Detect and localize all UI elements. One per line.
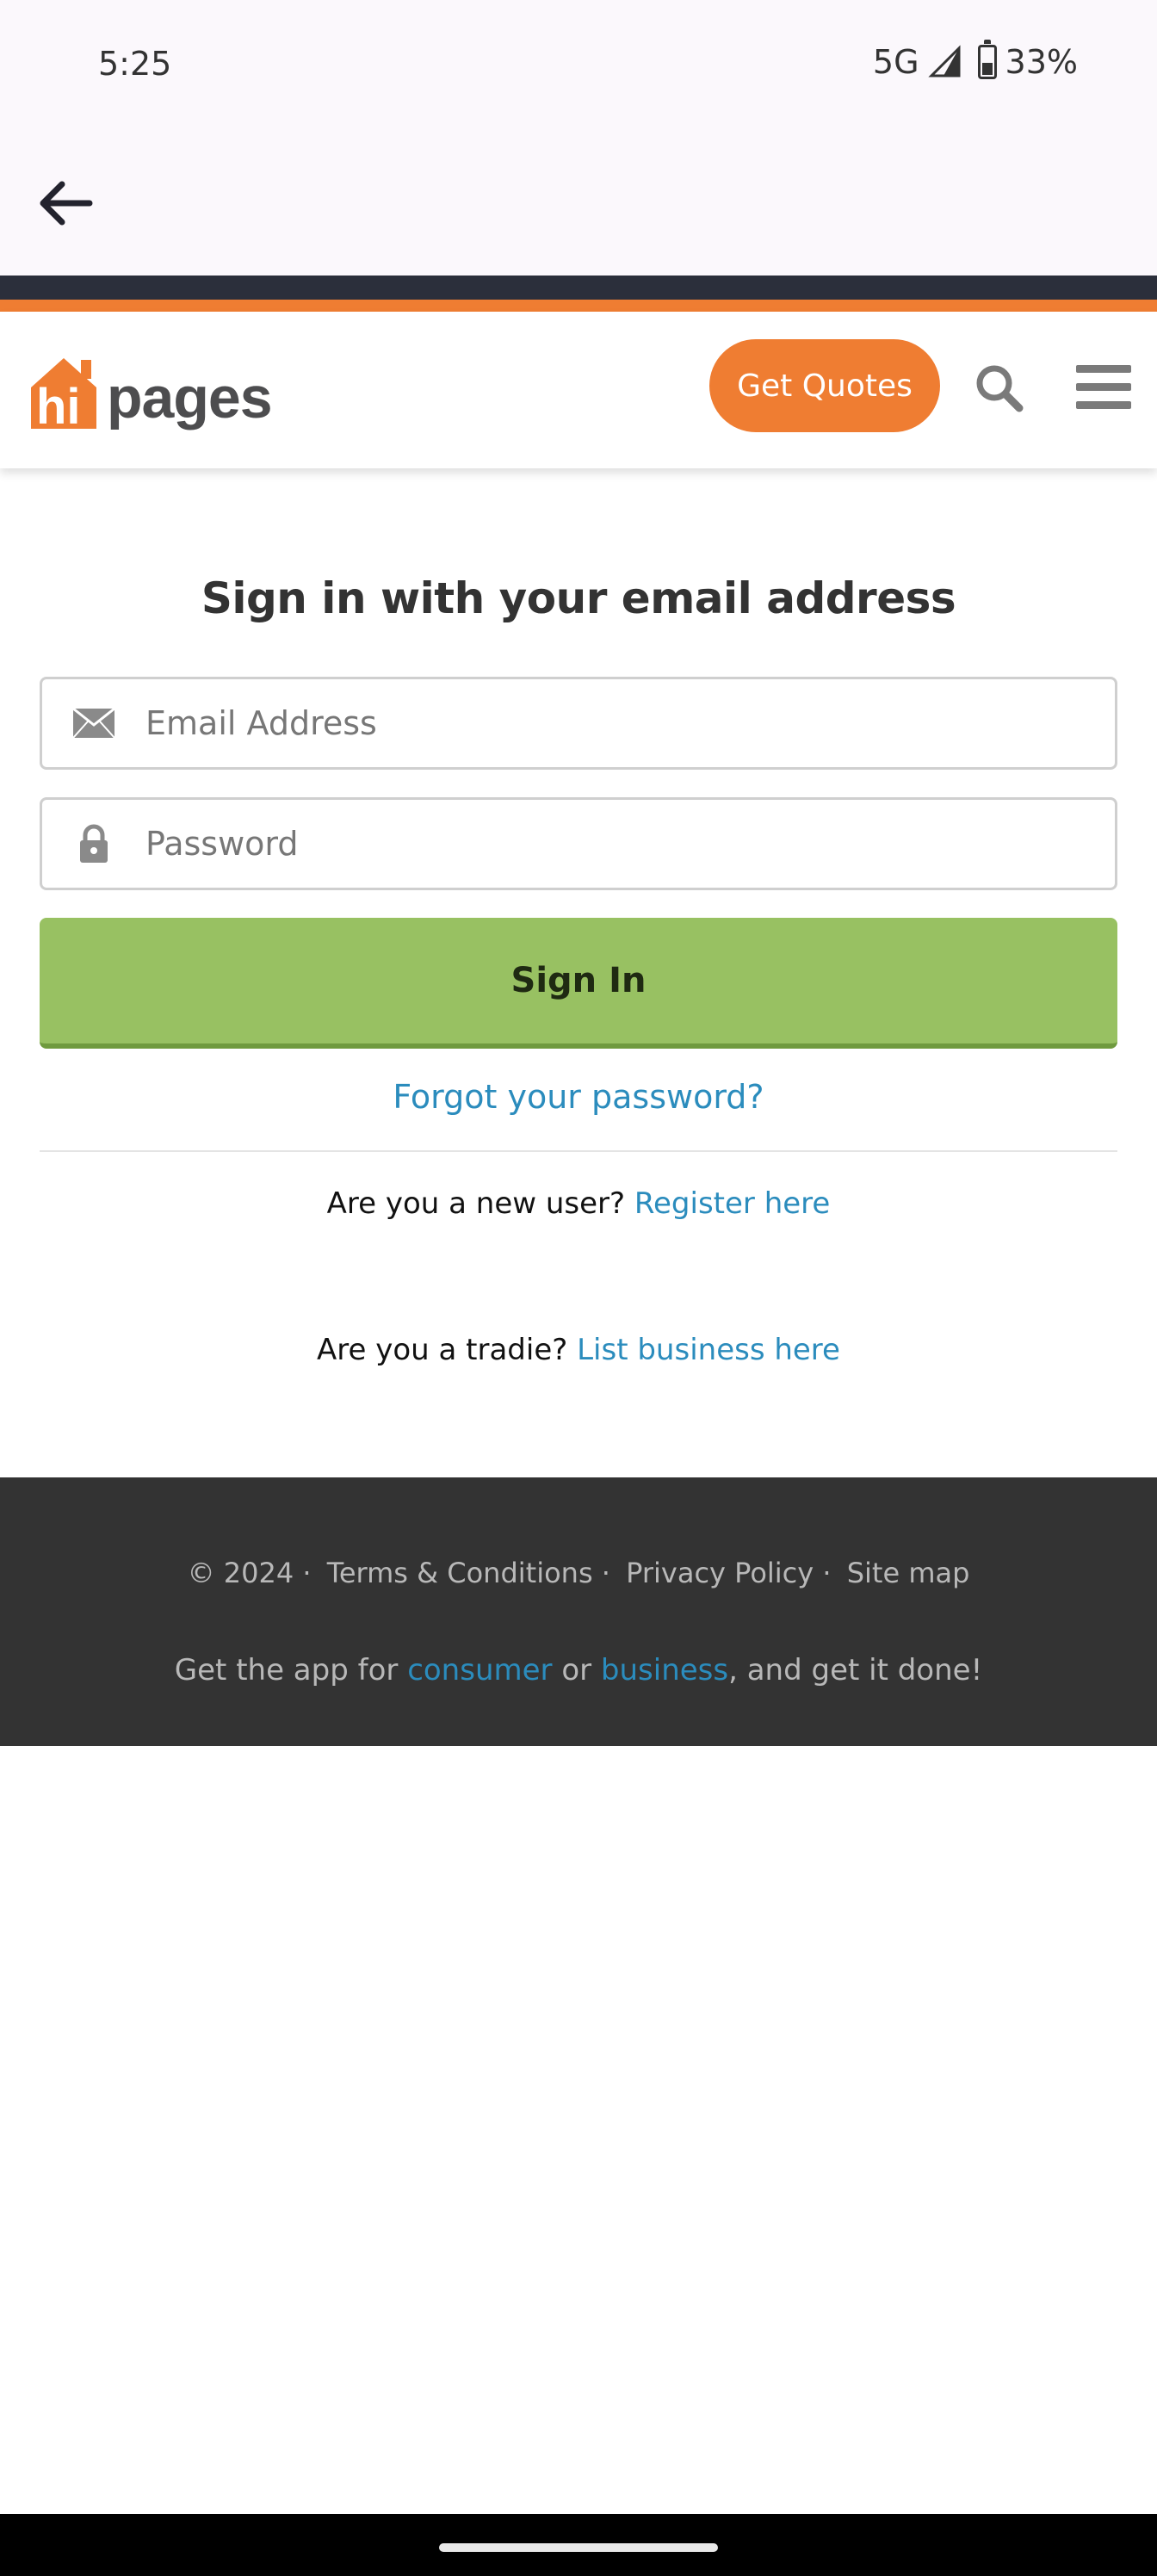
site-header: hi pages Get Quotes: [0, 312, 1157, 468]
back-arrow-icon: [40, 181, 93, 226]
network-label: 5G: [872, 43, 919, 81]
forgot-password-link[interactable]: Forgot your password?: [0, 1078, 1157, 1116]
envelope-icon: [42, 708, 145, 739]
battery-percent: 33%: [1005, 43, 1078, 81]
new-user-text: Are you a new user?: [326, 1186, 626, 1221]
back-button[interactable]: [31, 169, 100, 238]
menu-icon: [1076, 365, 1131, 409]
logo-house-icon: hi: [24, 350, 103, 432]
business-app-link[interactable]: business: [601, 1653, 728, 1687]
tradie-prompt: Are you a tradie? List business here: [0, 1333, 1157, 1367]
home-gesture-handle[interactable]: [439, 2543, 718, 2552]
email-input[interactable]: [145, 704, 1115, 742]
svg-text:hi: hi: [36, 379, 81, 432]
password-field[interactable]: [40, 797, 1117, 890]
header-accent-strip: [0, 300, 1157, 312]
status-bar: 5:25 5G 33%: [0, 0, 1157, 129]
consumer-app-link[interactable]: consumer: [407, 1653, 552, 1687]
copyright-text: © 2024 ·: [187, 1557, 312, 1589]
footer: © 2024 · Terms & Conditions · Privacy Po…: [0, 1477, 1157, 1746]
app-suffix-text: , and get it done!: [728, 1653, 983, 1687]
divider: [40, 1150, 1117, 1152]
status-indicators: 5G 33%: [872, 40, 1078, 81]
search-icon: [976, 365, 1024, 412]
logo-wordmark: pages: [107, 365, 273, 430]
password-input[interactable]: [145, 825, 1115, 863]
footer-links: © 2024 · Terms & Conditions · Privacy Po…: [0, 1557, 1157, 1589]
header-top-strip: [0, 276, 1157, 300]
get-quotes-button[interactable]: Get Quotes: [709, 339, 940, 432]
signal-icon: [927, 45, 961, 77]
lock-icon: [42, 824, 145, 864]
menu-button[interactable]: [1073, 356, 1135, 418]
terms-link[interactable]: Terms & Conditions ·: [327, 1557, 610, 1589]
status-time: 5:25: [98, 45, 172, 83]
privacy-link[interactable]: Privacy Policy ·: [626, 1557, 831, 1589]
sign-in-button[interactable]: Sign In: [40, 918, 1117, 1049]
footer-app-promo: Get the app for consumer or business, an…: [0, 1653, 1157, 1687]
new-user-prompt: Are you a new user? Register here: [0, 1186, 1157, 1221]
sitemap-link[interactable]: Site map: [847, 1557, 970, 1589]
search-button[interactable]: [968, 356, 1030, 418]
app-toolbar: [0, 129, 1157, 276]
list-business-link[interactable]: List business here: [577, 1333, 840, 1367]
gesture-bar: [0, 2514, 1157, 2576]
page-title: Sign in with your email address: [201, 573, 956, 623]
tradie-text: Are you a tradie?: [317, 1333, 568, 1367]
register-link[interactable]: Register here: [634, 1186, 830, 1221]
or-text: or: [561, 1653, 592, 1687]
battery-icon: [977, 40, 997, 79]
hipages-logo[interactable]: hi pages: [24, 337, 273, 432]
app-prefix-text: Get the app for: [174, 1653, 399, 1687]
email-field[interactable]: [40, 677, 1117, 770]
